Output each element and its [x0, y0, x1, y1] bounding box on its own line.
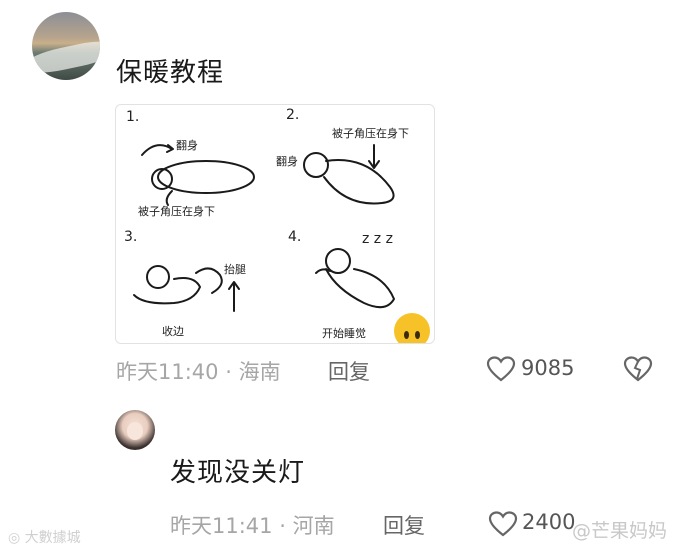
comment-location: 河南	[292, 514, 335, 538]
step-2-label-tuck: 被子角压在身下	[332, 127, 409, 140]
reply-button[interactable]: 回复	[383, 510, 425, 540]
comment-text: 发现没关灯	[170, 458, 306, 488]
comment-image-tutorial[interactable]: 1. 翻身 被子角压在身下 2. 被子角压在身下 翻身 3. 抬腿 收边 4. …	[115, 104, 435, 344]
step-4-label-sleep: 开始睡觉	[322, 327, 366, 340]
step-2-label-turn: 翻身	[276, 155, 298, 168]
heart-outline-icon[interactable]	[486, 355, 516, 383]
comment-time: 昨天11:41	[170, 514, 273, 538]
like-count: 2400	[522, 510, 576, 534]
step-1-label-turn: 翻身	[176, 139, 198, 152]
step-4-zzz: z z z	[362, 231, 393, 247]
weibo-logo-icon: ◎	[8, 530, 21, 546]
meta-separator: ·	[279, 514, 286, 538]
reply-button[interactable]: 回复	[328, 356, 370, 386]
comment-location: 海南	[238, 360, 281, 384]
like-count: 9085	[521, 356, 575, 380]
step-number-4: 4.	[288, 229, 302, 245]
comment-text: 保暖教程	[116, 58, 225, 88]
step-3-label-lift-leg: 抬腿	[224, 263, 246, 276]
broken-heart-icon[interactable]	[623, 355, 653, 383]
watermark-left: ◎ 大數據城	[8, 527, 81, 547]
watermark-left-text: 大數據城	[24, 530, 81, 546]
comment-time: 昨天11:40	[116, 360, 219, 384]
step-number-2: 2.	[286, 107, 300, 123]
step-1-label-tuck: 被子角压在身下	[138, 205, 215, 218]
step-number-3: 3.	[124, 229, 138, 245]
grimace-emoji-icon	[394, 313, 430, 343]
watermark-right: @芒果妈妈	[572, 520, 668, 542]
meta-separator: ·	[225, 360, 232, 384]
step-number-1: 1.	[126, 109, 140, 125]
comment-meta: 昨天11:41 · 河南	[170, 510, 335, 540]
comment-meta: 昨天11:40 · 海南	[116, 356, 281, 386]
step-3-label-tuck-edges: 收边	[162, 325, 184, 338]
avatar-commenter-2[interactable]	[115, 410, 155, 450]
avatar-commenter-1[interactable]	[32, 12, 100, 80]
heart-outline-icon[interactable]	[488, 510, 518, 538]
